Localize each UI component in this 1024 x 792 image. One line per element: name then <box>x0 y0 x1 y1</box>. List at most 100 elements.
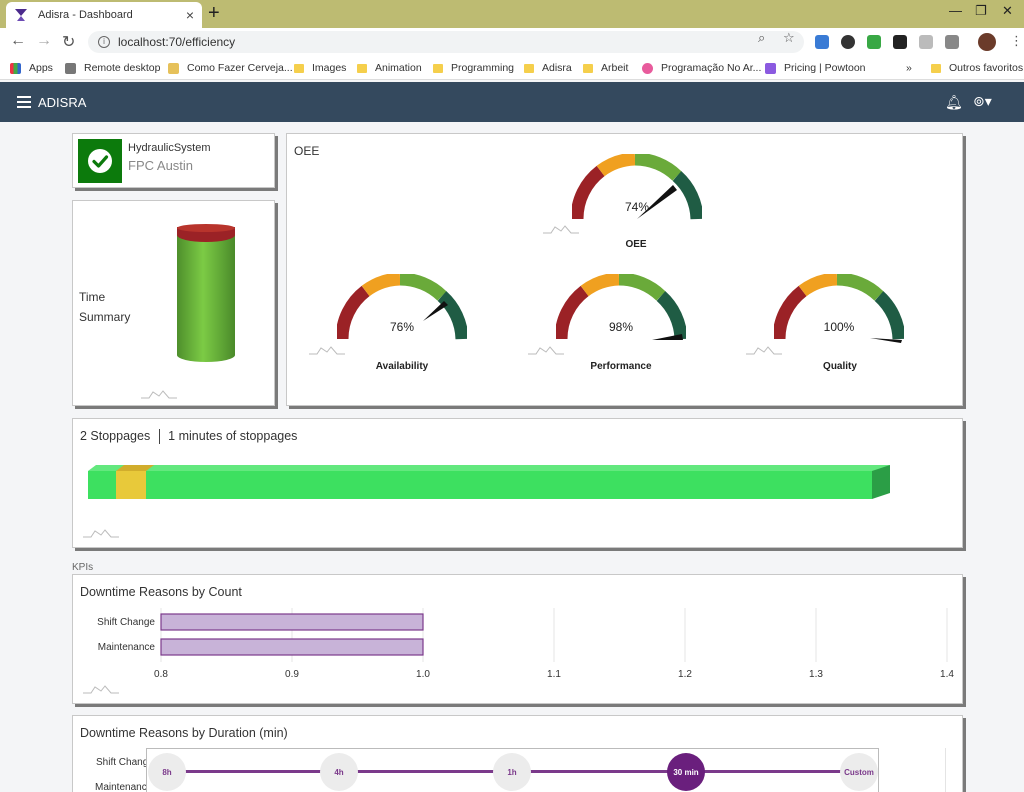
bookmark-animation[interactable]: Animation <box>357 62 422 74</box>
bookmark-star-icon[interactable]: ☆ <box>783 30 795 46</box>
bookmark-icon <box>65 62 76 74</box>
bar[interactable] <box>160 613 424 631</box>
bookmark-apps[interactable]: Apps <box>10 62 53 74</box>
notification-bell-icon[interactable]: 🔔︎ <box>945 94 963 111</box>
oee-value: 74% <box>625 200 649 214</box>
downtime-count-chart: 0.8 0.9 1.0 1.1 1.2 1.3 1.4 Shift Change Mainten… <box>97 608 954 680</box>
browser-tabbar: Adisra - Dashboard × + — ❐ ✕ <box>0 0 1024 28</box>
window-close-icon[interactable]: ✕ <box>1002 3 1013 19</box>
gridline <box>945 748 946 792</box>
extension-icon[interactable] <box>919 35 933 49</box>
back-icon[interactable]: ← <box>10 32 26 50</box>
sparkline-icon <box>83 529 119 538</box>
quality-value: 100% <box>824 320 855 334</box>
category-label: Shift Change <box>97 617 155 628</box>
asset-card[interactable]: HydraulicSystem FPC Austin <box>72 133 275 188</box>
bookmark-other[interactable]: Outros favoritos <box>931 62 1023 74</box>
bookmark-arbeit[interactable]: Arbeit <box>583 62 628 74</box>
restore-icon[interactable]: ❐ <box>975 3 987 19</box>
tab-title: Adisra - Dashboard <box>38 9 133 21</box>
folder-icon <box>931 63 941 73</box>
downtime-count-title: Downtime Reasons by Count <box>80 585 242 599</box>
sparkline-icon <box>141 390 177 399</box>
stoppages-duration: 1 minutes of stoppages <box>168 429 298 443</box>
bookmark-remote-desktop[interactable]: Remote desktop <box>65 62 160 74</box>
reload-icon[interactable]: ↻ <box>62 32 75 52</box>
browser-tab[interactable]: Adisra - Dashboard × <box>6 2 202 28</box>
range-option-custom[interactable]: Custom <box>840 753 878 791</box>
downtime-duration-title: Downtime Reasons by Duration (min) <box>80 726 288 740</box>
bar[interactable] <box>160 638 424 656</box>
asset-location: FPC Austin <box>128 158 194 173</box>
new-tab-icon[interactable]: + <box>208 3 220 23</box>
availability-value: 76% <box>390 320 414 334</box>
sparkline-icon <box>543 225 579 234</box>
x-tick-label: 0.8 <box>154 669 168 680</box>
bookmark-programacao[interactable]: Programação No Ar... <box>642 62 761 74</box>
range-option-1h[interactable]: 1h <box>493 753 531 791</box>
bookmark-powtoon[interactable]: Pricing | Powtoon <box>765 62 866 74</box>
range-option-4h[interactable]: 4h <box>320 753 358 791</box>
stoppages-card: 2 Stoppages 1 minutes of stoppages <box>72 418 963 548</box>
folder-icon <box>524 63 534 73</box>
quality-gauge: 100% <box>774 274 904 343</box>
time-summary-label: Time Summary <box>79 290 131 324</box>
sparkline-icon <box>746 346 782 355</box>
x-tick-label: 1.2 <box>678 669 692 680</box>
x-tick-label: 0.9 <box>285 669 299 680</box>
zoom-icon[interactable]: ⌕ <box>758 30 765 46</box>
performance-label: Performance <box>590 361 652 372</box>
sparkline-icon <box>83 685 119 694</box>
gauge-needle <box>652 334 683 340</box>
menu-icon[interactable] <box>17 96 31 108</box>
extension-icon[interactable] <box>867 35 881 49</box>
kpis-section-label: KPIs <box>72 562 94 573</box>
profile-avatar[interactable] <box>978 33 996 51</box>
stoppage-segment[interactable] <box>116 471 146 499</box>
oee-gauge: 74% <box>572 154 702 220</box>
bookmark-images[interactable]: Images <box>294 62 346 74</box>
stoppage-timeline <box>88 465 890 499</box>
x-tick-label: 1.0 <box>416 669 430 680</box>
app-header: ADISRA 🔔︎ ⊚▾ <box>0 82 1024 122</box>
adisra-favicon-icon <box>15 9 27 21</box>
bookmarks-overflow[interactable]: » <box>906 62 912 74</box>
forward-icon[interactable]: → <box>36 32 52 50</box>
bookmark-adisra[interactable]: Adisra <box>524 62 572 74</box>
site-info-icon[interactable]: i <box>98 36 110 48</box>
title-divider <box>158 429 160 445</box>
omnibox[interactable]: i localhost:70/efficiency <box>88 31 804 53</box>
cylinder-body <box>177 231 235 362</box>
oee-card-title: OEE <box>294 144 320 158</box>
performance-value: 98% <box>609 320 633 334</box>
bookmarks-bar: Apps Remote desktop Como Fazer Cerveja..… <box>0 56 1024 80</box>
minimize-icon[interactable]: — <box>949 3 962 18</box>
bookmark-icon <box>168 62 179 74</box>
duration-category-label: Maintenance <box>95 782 153 792</box>
availability-gauge: 76% <box>337 274 467 340</box>
extension-icon[interactable] <box>893 35 907 49</box>
sparkline-icon <box>309 346 345 355</box>
bookmark-cerveja[interactable]: Como Fazer Cerveja... <box>168 62 293 74</box>
extension-icon[interactable] <box>841 35 855 49</box>
browser-menu-icon[interactable]: ⋮ <box>1010 33 1023 49</box>
folder-icon <box>357 63 367 73</box>
availability-label: Availability <box>375 361 429 372</box>
app-name: ADISRA <box>38 95 87 110</box>
x-tick-label: 1.3 <box>809 669 823 680</box>
sparkline-icon <box>528 346 564 355</box>
x-tick-label: 1.4 <box>940 669 954 680</box>
performance-gauge: 98% <box>556 274 686 340</box>
bookmark-icon <box>642 62 653 74</box>
status-ok-icon <box>78 139 122 183</box>
user-menu-icon[interactable]: ⊚▾ <box>973 93 992 110</box>
bookmark-programming[interactable]: Programming <box>433 62 514 74</box>
apps-grid-icon <box>10 62 21 74</box>
time-range-selector: 8h 4h 1h 30 min Custom <box>146 748 879 792</box>
oee-label: OEE <box>625 239 647 250</box>
extension-icon[interactable] <box>815 35 829 49</box>
range-option-30min[interactable]: 30 min <box>667 753 705 791</box>
tab-close-icon[interactable]: × <box>186 7 194 23</box>
range-option-8h[interactable]: 8h <box>148 753 186 791</box>
extension-icon[interactable] <box>945 35 959 49</box>
